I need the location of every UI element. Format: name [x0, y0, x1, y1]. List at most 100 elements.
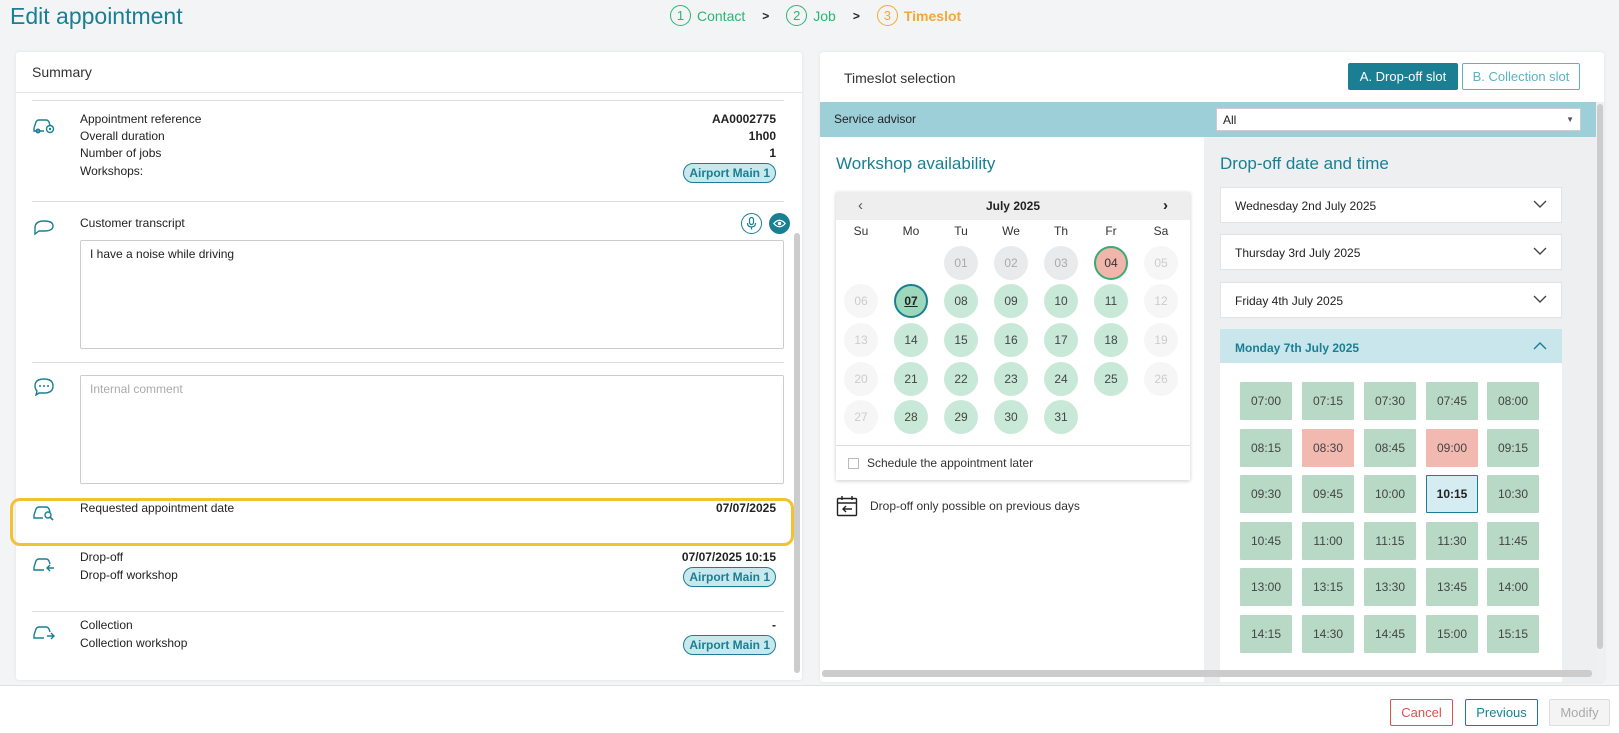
timeslot-button[interactable]: 08:15	[1240, 429, 1292, 467]
timeslot-button[interactable]: 13:00	[1240, 568, 1292, 606]
dropoff-row: Drop-off 07/07/2025 10:15	[80, 550, 776, 564]
calendar-day[interactable]: 09	[994, 284, 1028, 318]
day-accordion-row[interactable]: Friday 4th July 2025	[1220, 282, 1562, 318]
calendar-month: July 2025	[985, 199, 1041, 213]
timeslot-button[interactable]: 07:00	[1240, 382, 1292, 420]
collection-slot-button[interactable]: B. Collection slot	[1462, 63, 1580, 90]
day-accordion-row[interactable]: Wednesday 2nd July 2025	[1220, 187, 1562, 223]
stepper: 1 Contact > 2 Job > 3 Timeslot	[670, 5, 961, 26]
cancel-button[interactable]: Cancel	[1390, 699, 1453, 726]
calendar-day[interactable]: 24	[1044, 362, 1078, 396]
summary-scrollbar[interactable]	[794, 233, 800, 673]
calendar-day[interactable]: 11	[1094, 284, 1128, 318]
workshop-chip: Airport Main 1	[683, 163, 776, 183]
calendar-day[interactable]: 30	[994, 400, 1028, 434]
timeslot-button[interactable]: 08:00	[1487, 382, 1539, 420]
calendar-day[interactable]: 14	[894, 323, 928, 357]
calendar-day[interactable]: 15	[944, 323, 978, 357]
calendar-day[interactable]: 22	[944, 362, 978, 396]
timeslot-button[interactable]: 13:45	[1426, 568, 1478, 606]
modify-button[interactable]: Modify	[1549, 699, 1610, 726]
appointment-section: Appointment reference AA0002775 Overall …	[32, 100, 784, 198]
workshop-availability-title: Workshop availability	[836, 154, 996, 173]
timeslot-vertical-scrollbar[interactable]	[1596, 102, 1604, 682]
microphone-button[interactable]	[741, 213, 762, 234]
car-dropoff-icon	[33, 558, 54, 572]
timeslot-button[interactable]: 11:00	[1302, 522, 1354, 560]
calendar-day[interactable]: 25	[1094, 362, 1128, 396]
chevron-down-icon	[1533, 200, 1547, 208]
schedule-later-checkbox[interactable]	[848, 457, 859, 469]
calendar-arrow-icon	[836, 496, 858, 517]
chevron-down-icon: ▼	[1566, 115, 1574, 124]
calendar-day: 03	[1044, 246, 1078, 280]
timeslot-button[interactable]: 10:00	[1364, 475, 1416, 513]
calendar-day[interactable]: 04	[1094, 246, 1128, 280]
calendar-day[interactable]: 23	[994, 362, 1028, 396]
timeslot-button[interactable]: 14:15	[1240, 615, 1292, 653]
day-accordion-row[interactable]: Thursday 3rd July 2025	[1220, 234, 1562, 270]
timeslot-button[interactable]: 14:30	[1302, 615, 1354, 653]
calendar-day[interactable]: 21	[894, 362, 928, 396]
step-timeslot[interactable]: 3 Timeslot	[876, 5, 961, 26]
timeslot-button[interactable]: 11:30	[1426, 522, 1478, 560]
overall-duration-row: Overall duration 1h00	[80, 129, 776, 143]
timeslot-button[interactable]: 09:30	[1240, 475, 1292, 513]
timeslot-button[interactable]: 11:45	[1487, 522, 1539, 560]
day-accordion-row[interactable]: Monday 7th July 2025	[1220, 329, 1562, 365]
service-advisor-value: All	[1223, 113, 1237, 127]
timeslot-button[interactable]: 13:30	[1364, 568, 1416, 606]
calendar-day[interactable]: 10	[1044, 284, 1078, 318]
timeslot-horizontal-scrollbar[interactable]	[822, 670, 1592, 677]
overall-duration-value: 1h00	[748, 129, 776, 143]
calendar-day[interactable]: 08	[944, 284, 978, 318]
calendar-day[interactable]: 31	[1044, 400, 1078, 434]
dropoff-slot-button[interactable]: A. Drop-off slot	[1348, 63, 1458, 90]
step-contact[interactable]: 1 Contact	[670, 5, 745, 26]
previous-button[interactable]: Previous	[1465, 699, 1538, 726]
overall-duration-label: Overall duration	[80, 129, 165, 143]
scrollbar-thumb[interactable]	[1597, 104, 1603, 649]
view-transcript-button[interactable]	[769, 213, 790, 234]
comment-icon	[34, 378, 54, 396]
calendar-day: 02	[994, 246, 1028, 280]
schedule-later-row[interactable]: Schedule the appointment later	[836, 445, 1190, 480]
internal-comment-textarea[interactable]: Internal comment	[80, 375, 784, 484]
step-job[interactable]: 2 Job	[786, 5, 836, 26]
timeslot-button[interactable]: 09:45	[1302, 475, 1354, 513]
next-month-button[interactable]: ›	[1163, 197, 1168, 214]
timeslot-button[interactable]: 07:45	[1426, 382, 1478, 420]
timeslot-button[interactable]: 15:15	[1487, 615, 1539, 653]
timeslot-button[interactable]: 14:00	[1487, 568, 1539, 606]
calendar-day[interactable]: 18	[1094, 323, 1128, 357]
timeslot-button[interactable]: 09:15	[1487, 429, 1539, 467]
dropoff-date-title: Drop-off date and time	[1220, 154, 1389, 173]
timeslot-button[interactable]: 13:15	[1302, 568, 1354, 606]
dropoff-label: Drop-off	[80, 550, 124, 564]
number-of-jobs-value: 1	[769, 146, 776, 160]
timeslot-button[interactable]: 07:30	[1364, 382, 1416, 420]
calendar-day[interactable]: 07	[894, 284, 928, 318]
timeslot-button[interactable]: 10:45	[1240, 522, 1292, 560]
calendar-day: 19	[1144, 323, 1178, 357]
calendar-day[interactable]: 29	[944, 400, 978, 434]
service-advisor-select[interactable]: All ▼	[1216, 108, 1581, 131]
calendar-day[interactable]: 16	[994, 323, 1028, 357]
timeslot-button[interactable]: 10:30	[1487, 475, 1539, 513]
timeslot-button[interactable]: 14:45	[1364, 615, 1416, 653]
page-title: Edit appointment	[10, 3, 183, 29]
timeslot-button[interactable]: 10:15	[1426, 475, 1478, 513]
timeslot-button[interactable]: 07:15	[1302, 382, 1354, 420]
customer-transcript-textarea[interactable]: I have a noise while driving	[80, 240, 784, 349]
timeslot-button[interactable]: 15:00	[1426, 615, 1478, 653]
calendar-day[interactable]: 28	[894, 400, 928, 434]
timeslot-button[interactable]: 08:45	[1364, 429, 1416, 467]
day-accordion-label: Friday 4th July 2025	[1235, 294, 1344, 308]
service-advisor-label: Service advisor	[834, 112, 917, 126]
service-advisor-bar: Service advisor All ▼	[820, 102, 1596, 137]
timeslot-button[interactable]: 11:15	[1364, 522, 1416, 560]
weekday-label: Su	[853, 224, 869, 238]
dropoff-date-column: Drop-off date and time Wednesday 2nd Jul…	[1204, 137, 1596, 682]
calendar-day[interactable]: 17	[1044, 323, 1078, 357]
calendar: ‹ July 2025 › Su Mo Tu We Th Fr Sa 01 02 03 04 05 0…	[836, 192, 1190, 480]
